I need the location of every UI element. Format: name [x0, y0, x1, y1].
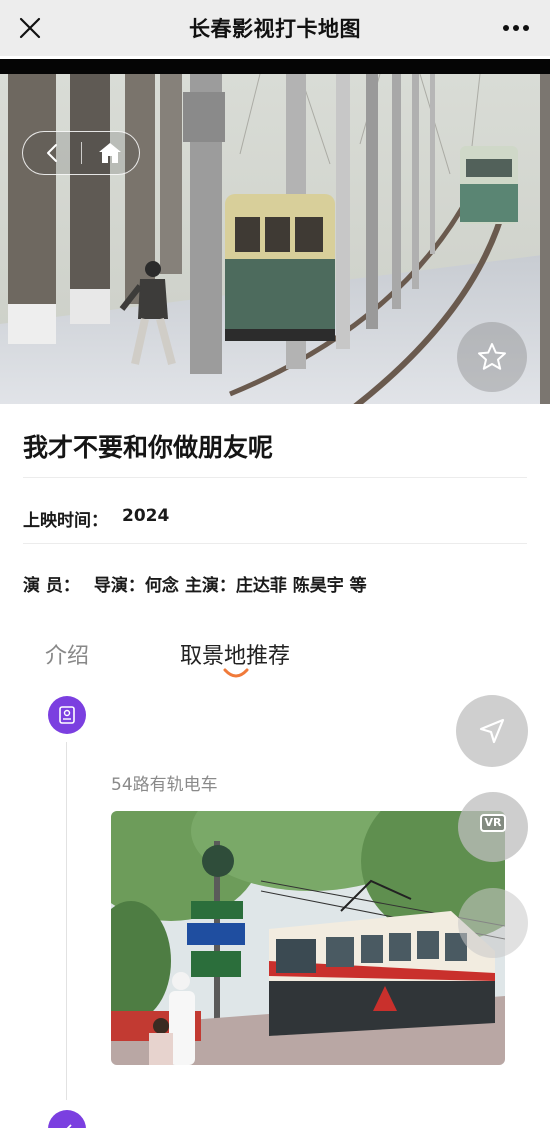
home-button[interactable]: [81, 131, 139, 175]
divider: [23, 477, 527, 478]
location-marker: [48, 696, 86, 734]
movie-title: 我才不要和你做朋友呢: [23, 433, 274, 462]
location-name[interactable]: 54路有轨电车: [111, 770, 218, 795]
chevron-left-icon: [46, 144, 57, 162]
favorite-button[interactable]: [457, 322, 527, 392]
star-outline-icon: [478, 343, 506, 370]
location-marker: [48, 1110, 86, 1128]
tram-photo: [111, 811, 505, 1065]
hero-nav-pill: [22, 131, 140, 175]
tab-intro[interactable]: 介绍: [45, 638, 89, 670]
cast-row: 演 员： 导演：何念 主演：庄达菲 陈昊宇 等: [23, 571, 367, 596]
floating-button[interactable]: [458, 888, 528, 958]
home-icon: [99, 143, 122, 163]
timeline-line: [66, 742, 67, 1100]
vr-badge: VR: [479, 814, 507, 832]
release-label: 上映时间：: [23, 511, 108, 531]
more-dots-icon: [503, 25, 529, 31]
cast-label: 演 员：: [23, 576, 80, 596]
more-button[interactable]: [496, 8, 536, 48]
top-nav-bar: 长春影视打卡地图: [0, 0, 550, 56]
back-button[interactable]: [23, 131, 81, 175]
page-title: 长春影视打卡地图: [189, 17, 361, 41]
divider: [23, 543, 527, 544]
navigation-arrow-icon: [479, 718, 505, 744]
close-button[interactable]: [10, 8, 50, 48]
location-photo[interactable]: [111, 811, 505, 1065]
cast-value: 导演：何念 主演：庄达菲 陈昊宇 等: [93, 576, 367, 596]
id-card-icon: [59, 706, 75, 724]
vr-button[interactable]: VR: [458, 792, 528, 862]
pencil-icon: [66, 1124, 72, 1128]
tab-locations[interactable]: 取景地推荐: [180, 638, 290, 670]
release-value: 2024: [122, 506, 170, 526]
navigate-button[interactable]: [456, 695, 528, 767]
close-icon: [19, 17, 41, 39]
release-row: 上映时间： 2024: [23, 506, 169, 531]
tab-active-indicator: [223, 668, 249, 678]
